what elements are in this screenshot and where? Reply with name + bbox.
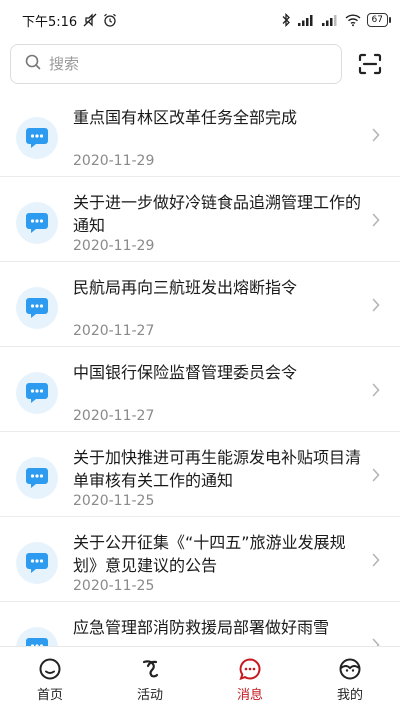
profile-face-icon [339,658,361,680]
status-bar: 下午5:16 67 [0,0,400,40]
scan-icon [358,53,382,75]
message-date: 2020-11-27 [73,323,155,339]
message-date: 2020-11-27 [73,408,155,424]
message-date: 2020-11-25 [73,578,155,594]
list-item-text: 关于公开征集《“十四五”旅游业发展规划》意见建议的公告 2020-11-25 [73,531,365,595]
tab-label: 我的 [336,688,363,703]
message-bubble-icon [16,457,58,499]
chevron-right-icon [370,128,382,142]
list-item[interactable]: 应急管理部消防救援局部署做好雨雪 [0,602,400,646]
message-bubble-icon [16,117,58,159]
tab-profile[interactable]: 我的 [300,647,400,711]
message-date: 2020-11-29 [73,153,155,169]
signal-hd-icon [297,13,315,27]
wifi-icon [345,13,361,27]
message-bubble-icon [16,372,58,414]
message-title: 关于进一步做好冷链食品追溯管理工作的通知 [73,193,362,235]
list-item[interactable]: 关于加快推进可再生能源发电补贴项目清单审核有关工作的通知 2020-11-25 [0,432,400,517]
tab-home[interactable]: 首页 [0,647,100,711]
status-time: 下午5:16 [22,14,78,30]
bottom-tab-bar: 首页 活动 消息 我的 [0,646,400,711]
search-box[interactable] [10,44,342,84]
message-bubble-icon [16,287,58,329]
signal-icon [321,13,339,27]
message-title: 中国银行保险监督管理委员会令 [73,363,298,382]
chevron-right-icon [370,638,382,646]
bluetooth-icon [281,13,291,27]
message-bubble-icon [16,627,58,646]
list-item-text: 关于进一步做好冷链食品追溯管理工作的通知 2020-11-29 [73,191,365,255]
chevron-right-icon [370,298,382,312]
message-date: 2020-11-25 [73,493,155,509]
message-title: 重点国有林区改革任务全部完成 [73,108,298,127]
message-title: 关于加快推进可再生能源发电补贴项目清单审核有关工作的通知 [73,448,362,490]
tab-label: 活动 [136,688,163,703]
message-list[interactable]: 重点国有林区改革任务全部完成 2020-11-29 关于进一步做好冷链食品追溯管理… [0,92,400,646]
tab-activity[interactable]: 活动 [100,647,200,711]
list-item-text: 关于加快推进可再生能源发电补贴项目清单审核有关工作的通知 2020-11-25 [73,446,365,510]
list-item-text: 应急管理部消防救援局部署做好雨雪 [73,616,365,646]
search-row [0,40,400,88]
message-bubble-icon [16,542,58,584]
list-item[interactable]: 重点国有林区改革任务全部完成 2020-11-29 [0,92,400,177]
home-face-icon [39,658,61,680]
tab-label: 首页 [36,688,63,703]
battery-indicator: 67 [366,13,392,27]
alarm-icon [103,13,117,27]
list-item[interactable]: 民航局再向三航班发出熔断指令 2020-11-27 [0,262,400,347]
chevron-right-icon [370,553,382,567]
scan-button[interactable] [354,48,386,80]
message-title: 关于公开征集《“十四五”旅游业发展规划》意见建议的公告 [73,533,346,575]
chevron-right-icon [370,468,382,482]
mute-icon [83,13,97,27]
tab-label: 消息 [236,688,263,703]
search-input[interactable] [49,55,309,73]
message-date: 2020-11-29 [73,238,155,254]
message-title: 应急管理部消防救援局部署做好雨雪 [73,618,330,637]
activity-icon [142,660,159,678]
list-item[interactable]: 关于进一步做好冷链食品追溯管理工作的通知 2020-11-29 [0,177,400,262]
list-item-text: 中国银行保险监督管理委员会令 2020-11-27 [73,361,365,425]
chevron-right-icon [370,213,382,227]
list-item[interactable]: 中国银行保险监督管理委员会令 2020-11-27 [0,347,400,432]
list-item-text: 重点国有林区改革任务全部完成 2020-11-29 [73,106,365,170]
tab-messages[interactable]: 消息 [200,647,300,711]
message-title: 民航局再向三航班发出熔断指令 [73,278,298,297]
chevron-right-icon [370,383,382,397]
list-item[interactable]: 关于公开征集《“十四五”旅游业发展规划》意见建议的公告 2020-11-25 [0,517,400,602]
message-bubble-icon [16,202,58,244]
search-icon [25,54,41,74]
list-item-text: 民航局再向三航班发出熔断指令 2020-11-27 [73,276,365,340]
message-icon [239,658,261,681]
